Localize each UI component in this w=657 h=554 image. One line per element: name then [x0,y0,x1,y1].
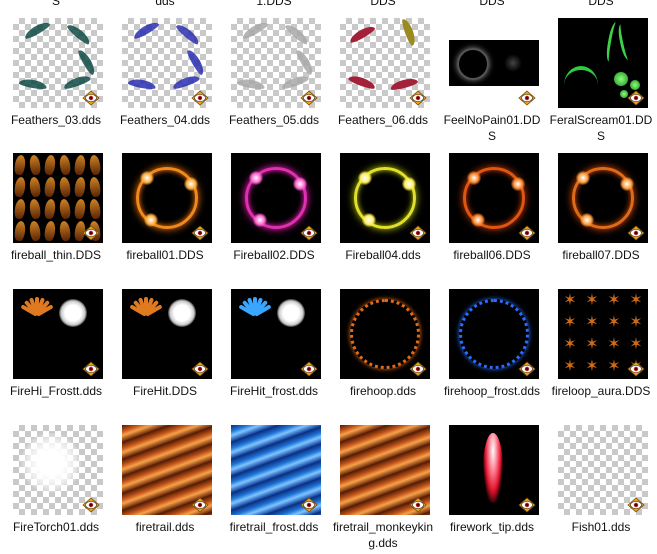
xnview-badge-icon [409,361,427,377]
file-name: Feathers_03.dds [10,113,102,127]
file-thumbnail [340,153,430,243]
xnview-badge-icon [82,225,100,241]
file-name: firework_tip.dds [449,520,535,534]
xnview-badge-icon [518,361,536,377]
xnview-badge-icon [300,225,318,241]
file-name: FireTorch01.dds [12,520,100,534]
file-name: fireball06.DDS [453,248,531,262]
file-thumbnail [231,289,321,379]
file-name: FireHi_Frostt.dds [9,384,103,398]
file-thumbnail [122,153,212,243]
file-thumbnail [558,425,648,515]
file-thumbnail [558,153,648,243]
xnview-badge-icon [627,361,645,377]
xnview-badge-icon [300,497,318,513]
file-thumbnail [449,18,539,108]
xnview-badge-icon [627,497,645,513]
file-thumbnail [340,425,430,515]
file-thumbnail [449,153,539,243]
file-thumbnail [122,18,212,108]
top-partial-label: dds [155,0,175,8]
file-thumbnail [231,425,321,515]
xnview-badge-icon [82,90,100,106]
xnview-badge-icon [518,90,536,106]
top-partial-label: 1.DDS [256,0,292,8]
file-thumbnail [558,18,648,108]
xnview-badge-icon [518,225,536,241]
file-thumbnail [449,425,539,515]
file-thumbnail [122,425,212,515]
file-name: Fish01.dds [571,520,631,534]
file-name: fireball01.DDS [126,248,204,262]
xnview-badge-icon [409,225,427,241]
file-name: Fireball02.DDS [233,248,315,262]
xnview-badge-icon [300,90,318,106]
xnview-badge-icon [627,90,645,106]
file-thumbnail [231,153,321,243]
xnview-badge-icon [627,225,645,241]
xnview-badge-icon [191,225,209,241]
file-thumbnail: ✶✶✶✶✶✶✶✶✶✶✶✶✶✶✶✶ [558,289,648,379]
top-partial-label: S [51,0,60,8]
file-thumbnail [13,289,103,379]
file-name: firetrail_monkeyking.dds [332,520,434,550]
file-thumbnail [340,289,430,379]
file-name: firehoop.dds [349,384,417,398]
top-partial-label: DDS [370,0,396,8]
file-thumbnail [122,289,212,379]
file-name: FeralScream01.DDS [549,113,653,143]
file-thumbnail [13,153,103,243]
top-partial-label: DDS [479,0,505,8]
xnview-badge-icon [409,90,427,106]
xnview-badge-icon [300,361,318,377]
file-name: FireHit.DDS [132,384,197,398]
file-name: firetrail.dds [135,520,195,534]
xnview-badge-icon [409,497,427,513]
xnview-badge-icon [191,90,209,106]
file-name: Feathers_06.dds [337,113,429,127]
file-name: fireball_thin.DDS [10,248,102,262]
file-name: fireball07.DDS [562,248,640,262]
file-name: FireHit_frost.dds [229,384,319,398]
xnview-badge-icon [518,497,536,513]
file-name: fireloop_aura.DDS [551,384,651,398]
file-thumbnail [13,425,103,515]
file-name: FeelNoPain01.DDS [443,113,541,143]
file-thumbnail [340,18,430,108]
file-name: Fireball04.dds [345,248,421,262]
file-thumbnail [231,18,321,108]
file-name: firetrail_frost.dds [229,520,319,534]
file-thumbnail [449,289,539,379]
file-thumbnail [13,18,103,108]
file-name: Feathers_05.dds [228,113,320,127]
file-name: firehoop_frost.dds [443,384,541,398]
top-partial-label: DDS [588,0,614,8]
file-name: Feathers_04.dds [119,113,211,127]
xnview-badge-icon [82,361,100,377]
xnview-badge-icon [191,361,209,377]
xnview-badge-icon [82,497,100,513]
xnview-badge-icon [191,497,209,513]
